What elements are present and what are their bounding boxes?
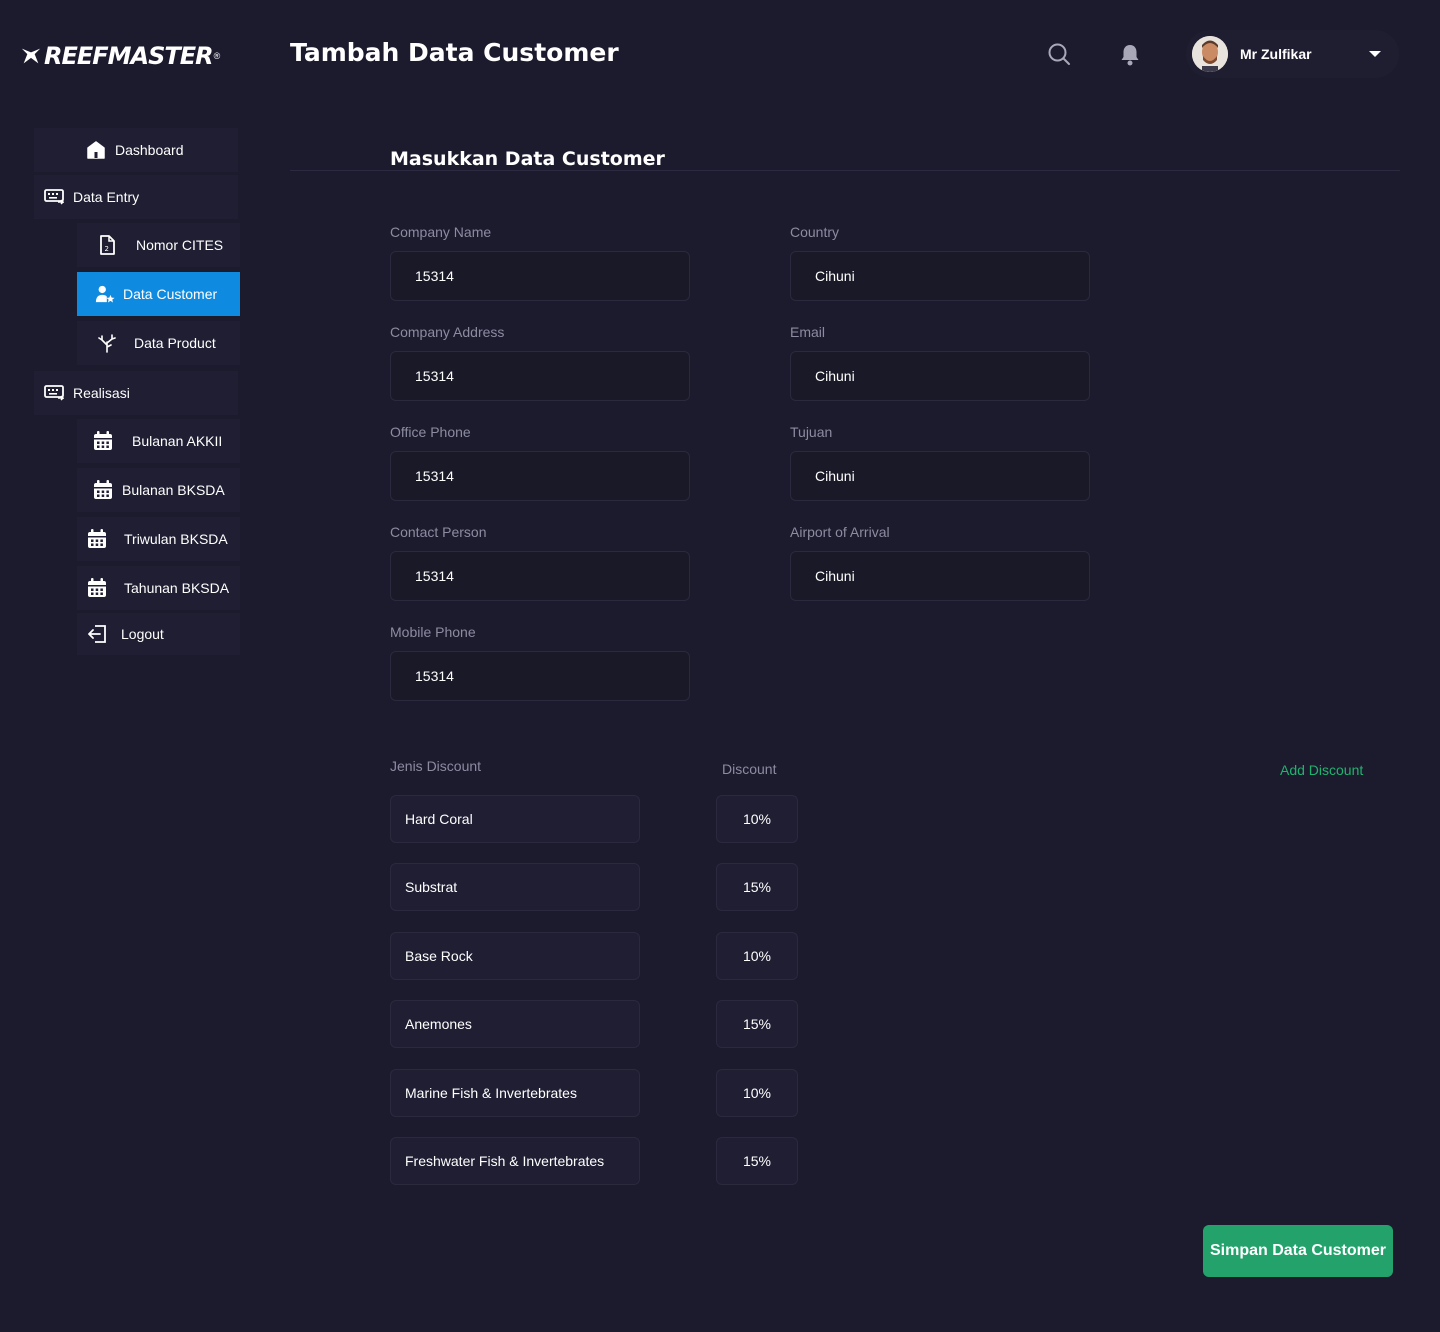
office-phone-field[interactable] [390,451,690,501]
sidebar-item-label: Realisasi [73,385,130,401]
discount-type-field[interactable] [390,863,640,911]
calendar-icon [93,480,113,500]
discount-type-header: Jenis Discount [390,758,482,774]
registered-mark: ® [213,51,221,61]
sidebar-item-realisasi[interactable]: Realisasi [34,371,238,415]
sidebar-item-label: Data Product [134,335,216,351]
user-menu[interactable]: Mr Zulfikar [1186,30,1399,78]
discount-value-field[interactable] [716,795,798,843]
company-address-field[interactable] [390,351,690,401]
sidebar-item-label: Bulanan BKSDA [122,482,225,498]
brand-logo[interactable]: REEFMASTER ® [20,40,220,72]
discount-value-field[interactable] [716,1137,798,1185]
airport-label: Airport of Arrival [790,524,890,540]
country-label: Country [790,224,840,240]
brand-name: REEFMASTER [44,42,214,70]
contact-person-field[interactable] [390,551,690,601]
sidebar-item-triwulan-bksda[interactable]: Triwulan BKSDA [77,517,240,561]
svg-text:2: 2 [105,245,109,253]
calendar-icon [87,529,107,549]
mobile-phone-field[interactable] [390,651,690,701]
logout-icon [87,624,107,644]
home-icon [86,140,106,160]
discount-type-field[interactable] [390,1137,640,1185]
sidebar-item-label: Dashboard [115,142,184,158]
email-field[interactable] [790,351,1090,401]
discount-type-field[interactable] [390,932,640,980]
company-name-label: Company Name [390,224,492,240]
sidebar-item-dashboard[interactable]: Dashboard [34,128,238,172]
airport-field[interactable] [790,551,1090,601]
sidebar-item-data-customer[interactable]: Data Customer [77,272,240,316]
chevron-down-icon [1369,51,1381,57]
email-label: Email [790,324,826,340]
sidebar-item-label: Logout [121,626,164,642]
mobile-phone-label: Mobile Phone [390,624,476,640]
tujuan-field[interactable] [790,451,1090,501]
keyboard-icon [44,187,64,207]
sidebar-item-data-product[interactable]: Data Product [77,321,240,365]
add-discount-link[interactable]: Add Discount [1280,762,1363,778]
sidebar-item-label: Data Entry [73,189,140,205]
search-icon[interactable] [1046,41,1072,67]
section-divider [290,170,1400,171]
discount-type-field[interactable] [390,1069,640,1117]
discount-type-field[interactable] [390,1000,640,1048]
keyboard-icon [44,383,64,403]
trident-icon [21,48,41,64]
discount-value-header: Discount [722,761,777,777]
save-customer-button[interactable]: Simpan Data Customer [1203,1225,1393,1277]
discount-value-field[interactable] [716,863,798,911]
company-address-label: Company Address [390,324,505,340]
sidebar-item-label: Bulanan AKKII [132,433,223,449]
discount-value-field[interactable] [716,932,798,980]
sidebar-item-label: Tahunan BKSDA [124,580,230,596]
section-title: Masukkan Data Customer [390,148,665,170]
office-phone-label: Office Phone [390,424,471,440]
tujuan-label: Tujuan [790,424,833,440]
coral-icon [97,333,117,353]
sidebar-item-label: Triwulan BKSDA [124,531,228,547]
calendar-icon [87,578,107,598]
page-title: Tambah Data Customer [290,38,619,67]
bell-icon[interactable] [1117,42,1143,68]
sidebar-item-logout[interactable]: Logout [77,613,240,655]
sidebar-item-nomor-cites[interactable]: 2 Nomor CITES [77,223,240,267]
document-icon: 2 [97,235,117,255]
company-name-field[interactable] [390,251,690,301]
calendar-icon [93,431,113,451]
discount-value-field[interactable] [716,1000,798,1048]
sidebar-item-tahunan-bksda[interactable]: Tahunan BKSDA [77,566,240,610]
avatar [1192,36,1228,72]
sidebar-item-bulanan-akkii[interactable]: Bulanan AKKII [77,419,240,463]
sidebar-item-data-entry[interactable]: Data Entry [34,175,238,219]
sidebar-item-bulanan-bksda[interactable]: Bulanan BKSDA [77,468,240,512]
discount-value-field[interactable] [716,1069,798,1117]
user-star-icon [95,284,115,304]
country-field[interactable] [790,251,1090,301]
user-name: Mr Zulfikar [1240,46,1312,62]
sidebar-item-label: Data Customer [123,286,218,302]
sidebar-item-label: Nomor CITES [136,237,224,253]
discount-type-field[interactable] [390,795,640,843]
contact-person-label: Contact Person [390,524,487,540]
